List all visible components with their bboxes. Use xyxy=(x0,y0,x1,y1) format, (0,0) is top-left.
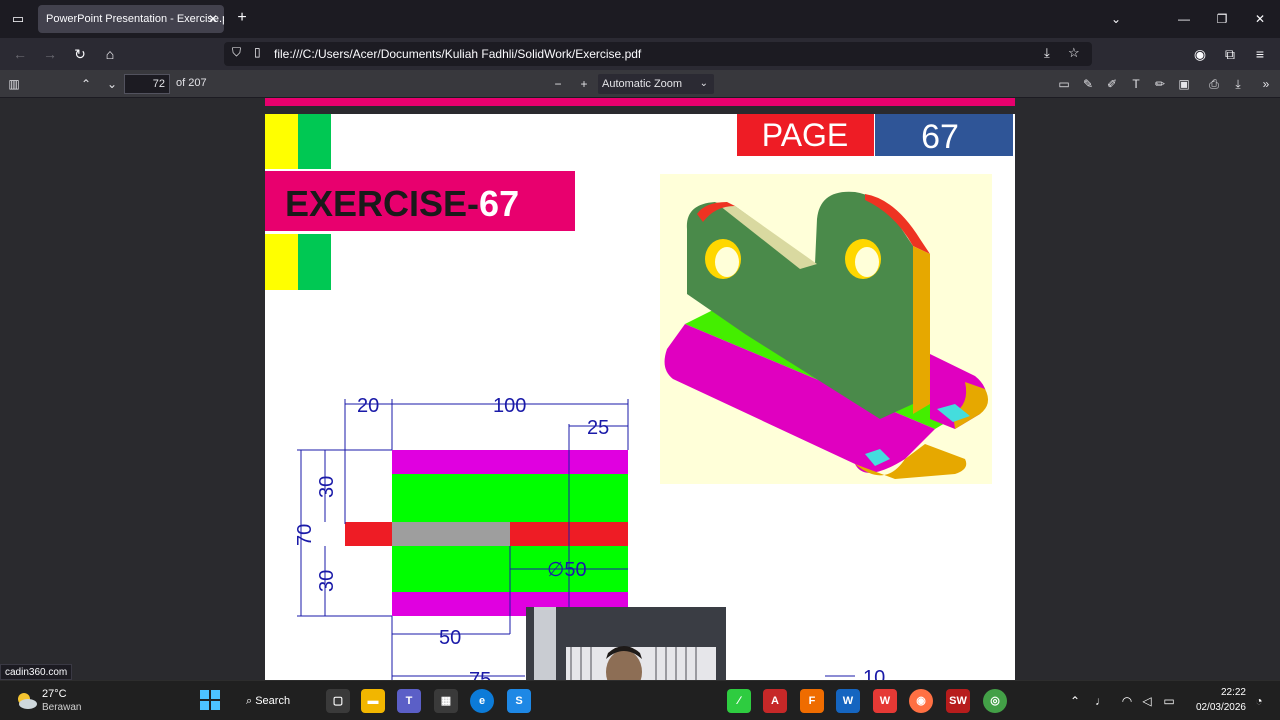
page-icon: ▯ xyxy=(254,45,261,59)
taskbar: 27°C Berawan ⌕ Search ▢ ▬ T ▦ e S ∕ A F … xyxy=(0,680,1280,720)
taskbar-search[interactable]: ⌕ Search xyxy=(246,689,306,713)
chevron-down-icon: ⌄ xyxy=(699,78,708,89)
draw-icon[interactable]: ✏ xyxy=(1150,74,1170,94)
pdf-page: EXERCISE-67 PAGE 67 20 100 25 30 70 30 ∅… xyxy=(265,114,1015,680)
exercise-title: EXERCISE-67 xyxy=(285,183,519,224)
page-badge-value: 67 xyxy=(921,118,959,156)
notification-bell-icon[interactable]: ◔ xyxy=(1250,691,1268,711)
orange-app-icon[interactable]: F xyxy=(800,689,824,713)
more-tools-icon[interactable]: » xyxy=(1256,74,1276,94)
reload-icon[interactable]: ↻ xyxy=(70,44,90,64)
dim-30-top: 30 xyxy=(316,476,338,498)
autocad-icon[interactable]: A xyxy=(763,689,787,713)
dim-70: 70 xyxy=(294,524,316,546)
image-icon[interactable]: ▣ xyxy=(1174,74,1194,94)
previous-page-icon[interactable]: ⌃ xyxy=(76,74,96,94)
zoom-value: Automatic Zoom xyxy=(602,78,683,90)
highlight-icon[interactable]: ✐ xyxy=(1102,74,1122,94)
comment-icon[interactable]: ▭ xyxy=(1054,74,1074,94)
search-icon: ⌕ xyxy=(246,695,256,707)
bookmark-star-icon[interactable]: ☆ xyxy=(1068,45,1080,61)
solidworks-icon[interactable]: SW xyxy=(946,689,970,713)
dim-50: 50 xyxy=(439,627,461,649)
save-icon[interactable]: ⤓ xyxy=(1228,74,1248,94)
chevron-down-icon[interactable]: ⌄ xyxy=(1104,9,1128,29)
microphone-icon[interactable]: ♩ xyxy=(1092,691,1110,711)
menu-icon[interactable]: ≡ xyxy=(1250,44,1270,64)
pdf-viewer[interactable]: EXERCISE-67 PAGE 67 20 100 25 30 70 30 ∅… xyxy=(0,98,1280,680)
extensions-icon[interactable]: ⧉ xyxy=(1220,44,1240,64)
yellow-block-lower xyxy=(265,234,298,290)
tab-active[interactable]: PowerPoint Presentation - Exercise.pdf ✕ xyxy=(38,5,224,33)
sidebar-toggle-icon[interactable]: ▥ xyxy=(4,74,24,94)
previous-page-edge xyxy=(265,98,1015,106)
firefox-icon[interactable]: ◉ xyxy=(909,689,933,713)
isometric-part-illustration xyxy=(660,174,992,484)
green-app-icon[interactable]: ∕ xyxy=(727,689,751,713)
forward-icon[interactable]: → xyxy=(40,44,60,64)
page-badge-label: PAGE xyxy=(762,117,849,153)
tab-bar: ▭ PowerPoint Presentation - Exercise.pdf… xyxy=(0,0,1280,38)
edit-icon[interactable]: ✎ xyxy=(1078,74,1098,94)
app-icon[interactable]: S xyxy=(507,689,531,713)
dim-100: 100 xyxy=(493,395,526,417)
dim-25: 25 xyxy=(587,417,609,439)
close-window-icon[interactable]: ✕ xyxy=(1248,9,1272,29)
restore-icon[interactable]: ❐ xyxy=(1210,9,1234,29)
clock-time[interactable]: 22:22 xyxy=(1212,687,1246,698)
dim-10: 10 xyxy=(863,667,885,680)
shield-icon[interactable]: ⛉ xyxy=(232,45,241,60)
dim-30-bottom: 30 xyxy=(316,570,338,592)
wifi-icon[interactable]: ◠ xyxy=(1118,691,1136,711)
clock-date[interactable]: 02/03/2026 xyxy=(1190,702,1246,713)
url-text[interactable]: file:///C:/Users/Acer/Documents/Kuliah F… xyxy=(274,47,641,61)
task-view-icon[interactable]: ▢ xyxy=(326,689,350,713)
url-bar[interactable]: ⛉ ▯ file:///C:/Users/Acer/Documents/Kuli… xyxy=(224,42,1092,66)
zoom-select[interactable]: Automatic Zoom ⌄ xyxy=(598,74,714,94)
account-icon[interactable]: ◉ xyxy=(1190,44,1210,64)
volume-icon[interactable]: ◁ xyxy=(1138,691,1156,711)
new-tab-icon[interactable]: + xyxy=(232,8,252,28)
link-status-tooltip: cadin360.com xyxy=(0,664,73,680)
wps-icon[interactable]: W xyxy=(873,689,897,713)
text-icon[interactable]: T xyxy=(1126,74,1146,94)
navigation-bar: ← → ↻ ⌂ ⛉ ▯ file:///C:/Users/Acer/Docume… xyxy=(0,38,1280,70)
start-windows-icon[interactable] xyxy=(198,689,222,713)
weather-description[interactable]: Berawan xyxy=(42,702,81,713)
yellow-block xyxy=(265,114,298,169)
tray-overflow-icon[interactable]: ⌃ xyxy=(1066,691,1084,711)
word-icon[interactable]: W xyxy=(836,689,860,713)
home-icon[interactable]: ⌂ xyxy=(100,44,120,64)
page-total: of 207 xyxy=(176,77,207,89)
pdf-toolbar: ▥ ⌃ ⌄ of 207 − + Automatic Zoom ⌄ ▭ ✎ ✐ … xyxy=(0,70,1280,98)
store-icon[interactable]: ▦ xyxy=(434,689,458,713)
dim-20: 20 xyxy=(357,395,379,417)
page-number-input[interactable] xyxy=(124,74,170,94)
weather-temperature[interactable]: 27°C xyxy=(42,688,67,700)
zoom-in-icon[interactable]: + xyxy=(574,74,594,94)
dim-75: 75 xyxy=(469,669,491,680)
battery-icon[interactable]: ▭ xyxy=(1160,691,1178,711)
chrome-icon[interactable]: ◎ xyxy=(983,689,1007,713)
tab-list-icon[interactable]: ▭ xyxy=(8,9,28,29)
print-icon[interactable]: ⎙ xyxy=(1204,74,1224,94)
weather-cloud-icon[interactable] xyxy=(14,689,38,713)
dim-diameter-50: ∅50 xyxy=(547,559,587,581)
green-block-lower xyxy=(298,234,331,290)
minimize-icon[interactable]: — xyxy=(1172,9,1196,29)
green-block xyxy=(298,114,331,169)
page-content: EXERCISE-67 PAGE 67 20 100 25 30 70 30 ∅… xyxy=(265,114,1013,680)
edge-icon[interactable]: e xyxy=(470,689,494,713)
teams-icon[interactable]: T xyxy=(397,689,421,713)
zoom-out-icon[interactable]: − xyxy=(548,74,568,94)
search-label: Search xyxy=(255,695,291,707)
download-icon[interactable]: ⤓ xyxy=(1044,45,1050,61)
back-icon[interactable]: ← xyxy=(10,44,30,64)
next-page-icon[interactable]: ⌄ xyxy=(102,74,122,94)
file-explorer-icon[interactable]: ▬ xyxy=(361,689,385,713)
tab-close-icon[interactable]: ✕ xyxy=(208,5,218,33)
tab-title: PowerPoint Presentation - Exercise.pdf xyxy=(46,13,224,25)
